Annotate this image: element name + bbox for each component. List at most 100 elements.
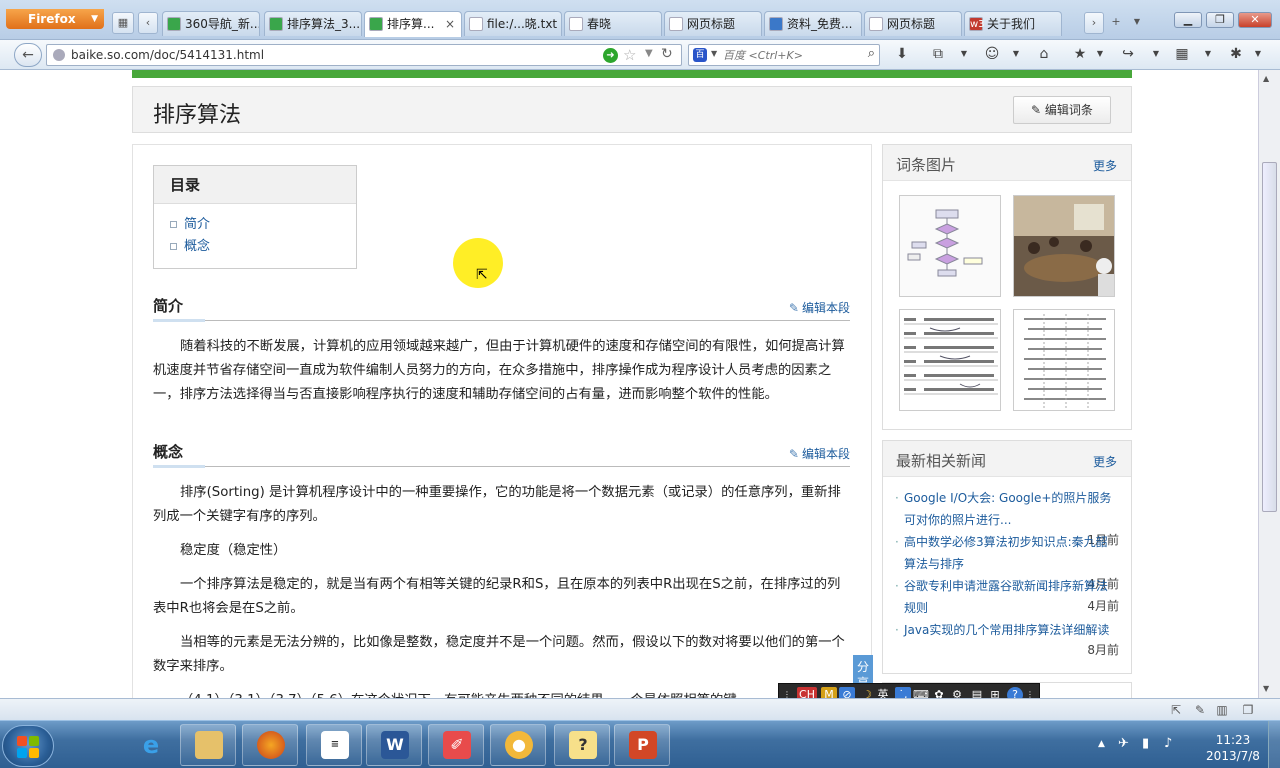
sidebar-toggle-icon[interactable]: ▥ (1214, 702, 1230, 718)
reload-icon[interactable]: ↻ (661, 46, 673, 62)
open-window-icon[interactable]: ⇱ (1168, 702, 1184, 718)
taskbar-messenger-button[interactable]: ● (490, 724, 546, 766)
tab-scroll-right-icon[interactable]: › (1084, 12, 1104, 34)
close-tab-icon[interactable]: × (445, 12, 455, 36)
screenshot-icon[interactable]: ⧉ (928, 44, 948, 64)
taskbar-word-button[interactable]: W (366, 724, 422, 766)
tab-favicon-icon (269, 17, 283, 31)
page-title: 排序算法 (153, 103, 242, 128)
search-box[interactable]: 百 ▼ ⌕ (688, 44, 880, 66)
screenshot-dropdown-icon[interactable]: ▼ (954, 44, 974, 64)
search-input[interactable] (723, 47, 853, 63)
scrollbar-thumb[interactable] (1262, 162, 1277, 512)
section-heading-concept: 概念 ✎ 编辑本段 (153, 441, 850, 468)
sorting-trace-thumbnail[interactable] (1013, 309, 1115, 411)
tab-label: 排序算法_3... (287, 17, 361, 31)
section-title: 简介 (153, 297, 184, 315)
smiley-icon[interactable]: ☺ (982, 44, 1002, 64)
taskbar-notepad-button[interactable]: ≡ (306, 724, 362, 766)
news-item-link[interactable]: 高中数学必修3算法初步知识点:秦九韶算法与排序 (895, 531, 1119, 575)
toc-item-intro[interactable]: 简介 (170, 214, 356, 236)
go-icon[interactable]: ➜ (603, 48, 618, 63)
tab-2[interactable]: 排序算法_3... (264, 11, 362, 36)
toc-item-concept[interactable]: 概念 (170, 236, 356, 258)
new-tab-icon[interactable]: + (1106, 12, 1126, 34)
window-switch-icon[interactable]: ❐ (1240, 702, 1256, 718)
tab-7[interactable]: 资料_免费... (764, 11, 862, 36)
smiley-dropdown-icon[interactable]: ▼ (1006, 44, 1026, 64)
system-clock[interactable]: 11:23 2013/7/8 (1198, 732, 1268, 764)
images-more-link[interactable]: 更多 (1093, 157, 1117, 174)
edit-section-label: 编辑本段 (801, 301, 850, 315)
folder-icon (195, 731, 223, 759)
site-identity-icon[interactable] (53, 49, 65, 61)
tray-expand-icon[interactable]: ▲ (1098, 739, 1105, 749)
history-dropdown-icon[interactable]: ▼ (645, 48, 653, 59)
taskbar-explorer-button[interactable] (180, 724, 236, 766)
tray-network-icon[interactable]: ▮ (1142, 736, 1149, 751)
flowchart-thumbnail[interactable] (899, 195, 1001, 297)
search-engine-dropdown-icon[interactable]: ▼ (711, 49, 717, 58)
firefox-menu-button[interactable]: Firefox ▼ (6, 9, 104, 29)
vertical-scrollbar[interactable]: ▲ ▼ (1258, 70, 1280, 698)
news-item-link[interactable]: Google I/O大会: Google+的照片服务可对你的照片进行... (895, 487, 1119, 531)
home-icon[interactable]: ⌂ (1034, 44, 1054, 64)
taskbar-eraser-button[interactable]: ✐ (428, 724, 484, 766)
sorting-table-thumbnail[interactable] (899, 309, 1001, 411)
article-body: 目录 简介 概念 简介 ✎ 编辑本段 随着科技的不断发展，计算机的应用领域越来越广… (132, 144, 873, 698)
start-button[interactable] (2, 725, 54, 767)
taskbar-powerpoint-button[interactable]: P (614, 724, 670, 766)
taskbar-ie-button[interactable]: e (122, 724, 178, 766)
bookmark-star-icon[interactable]: ☆ (623, 46, 636, 64)
news-date: 4月前 (1087, 599, 1119, 613)
edit-section-link[interactable]: ✎ 编辑本段 (789, 299, 850, 316)
download-icon[interactable]: ⬇ (892, 44, 912, 64)
tab-favicon-icon (369, 17, 383, 31)
web-page: 排序算法 ✎ 编辑词条 目录 简介 概念 简介 ✎ 编辑本段 随着科技的不断发展，… (0, 70, 1258, 698)
apps-dropdown-icon[interactable]: ▼ (1198, 44, 1218, 64)
tab-groups-icon[interactable]: ▦ (112, 12, 134, 34)
tab-6[interactable]: 网页标题 (664, 11, 762, 36)
news-item-link[interactable]: Java实现的几个常用排序算法详细解读 (895, 619, 1119, 641)
addon-icon[interactable]: ✱ (1226, 44, 1246, 64)
tray-network-tool-icon[interactable]: ✈ (1118, 736, 1129, 751)
address-bar[interactable]: baike.so.com/doc/5414131.html ➜ ☆ ▼ ↻ (46, 44, 682, 66)
tab-list-icon[interactable]: ▼ (1128, 12, 1146, 34)
tab-8[interactable]: 网页标题 (864, 11, 962, 36)
maximize-button[interactable]: ❐ (1206, 12, 1234, 28)
tab-1[interactable]: 360导航_新... (162, 11, 260, 36)
tab-label: 排序算... (387, 17, 435, 31)
tab-scroll-left-icon[interactable]: ‹ (138, 12, 158, 34)
apps-icon[interactable]: ▦ (1172, 44, 1192, 64)
tab-9[interactable]: w3 关于我们 (964, 11, 1062, 36)
help-document-icon: ? (569, 731, 597, 759)
addon-dropdown-icon[interactable]: ▼ (1248, 44, 1268, 64)
section-title: 概念 (153, 443, 184, 461)
share-icon[interactable]: ↪ (1118, 44, 1138, 64)
search-engine-icon[interactable]: 百 (693, 48, 707, 62)
tab-favicon-icon (869, 17, 883, 31)
tools-icon[interactable]: ✎ (1192, 702, 1208, 718)
classroom-photo-thumbnail[interactable] (1013, 195, 1115, 297)
edit-entry-button[interactable]: ✎ 编辑词条 (1013, 96, 1111, 124)
bookmarks-icon[interactable]: ★ (1070, 44, 1090, 64)
search-icon[interactable]: ⌕ (868, 46, 875, 61)
show-desktop-button[interactable] (1268, 721, 1280, 768)
tab-5[interactable]: 春晓 (564, 11, 662, 36)
taskbar-firefox-button[interactable] (242, 724, 298, 766)
share-dropdown-icon[interactable]: ▼ (1146, 44, 1166, 64)
tray-volume-icon[interactable]: ♪ (1164, 736, 1172, 751)
taskbar-help-button[interactable]: ? (554, 724, 610, 766)
tab-favicon-icon (469, 17, 483, 31)
back-button[interactable]: ← (14, 43, 42, 67)
scroll-up-icon[interactable]: ▲ (1263, 74, 1269, 83)
close-window-button[interactable]: ✕ (1238, 12, 1272, 28)
browser-status-bar: ⇱ ✎ ▥ ❐ (0, 698, 1280, 720)
minimize-button[interactable]: ▁ (1174, 12, 1202, 28)
news-more-link[interactable]: 更多 (1093, 453, 1117, 470)
tab-4[interactable]: file:/...晓.txt (464, 11, 562, 36)
scroll-down-icon[interactable]: ▼ (1263, 684, 1269, 693)
tab-3[interactable]: 排序算... × (364, 11, 462, 37)
edit-section-link[interactable]: ✎ 编辑本段 (789, 445, 850, 462)
bookmarks-dropdown-icon[interactable]: ▼ (1090, 44, 1110, 64)
